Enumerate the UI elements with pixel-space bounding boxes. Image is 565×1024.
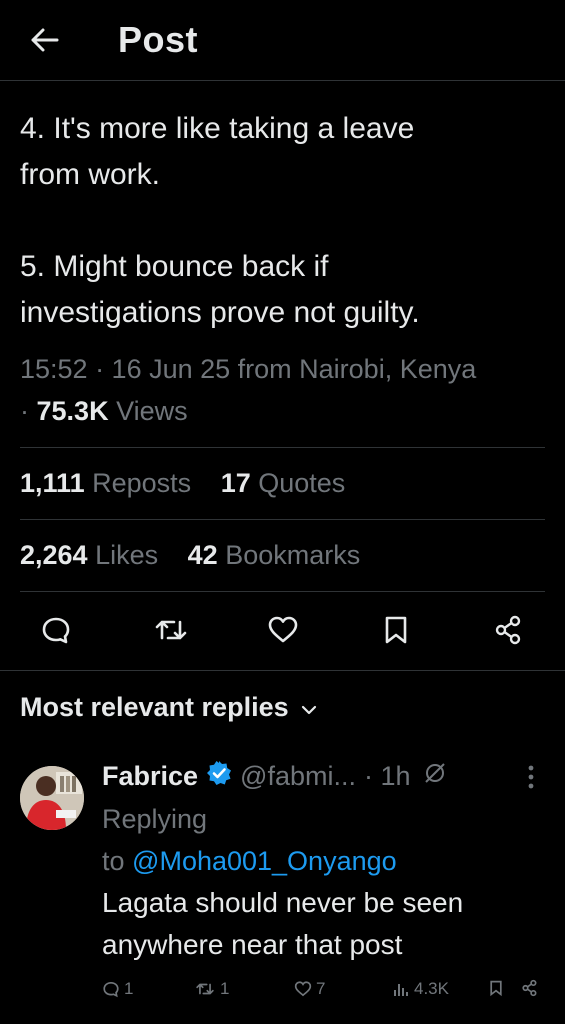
reply-text: Lagata should never be seen anywhere nea… [102,887,464,960]
chevron-down-icon [301,692,317,723]
reply-repost-button[interactable]: 1 [194,979,229,999]
reposts-link[interactable]: 1,111 Reposts [20,468,191,498]
reply-author-handle[interactable]: @fabmi... [240,761,356,792]
replies-heading: Most relevant replies [20,692,289,722]
divider [0,670,565,671]
grok-icon[interactable] [423,761,447,792]
action-bar [0,600,565,660]
like-stats: 2,264 Likes 42 Bookmarks [20,540,360,571]
reply-action-bar: 1 1 7 4.3K [0,975,565,1007]
divider [20,447,545,448]
divider [20,591,545,592]
tweet-line: from work. [20,158,161,191]
share-icon[interactable] [493,614,525,646]
tweet-text: 4. It's more like taking a leave from wo… [20,106,545,336]
bookmarks-link[interactable]: 42 Bookmarks [188,540,361,570]
tweet-line: investigations prove not guilty. [20,296,420,329]
tweet-line: 5. Might bounce back if [20,250,329,283]
reply-icon [103,981,119,998]
tweet-views: · 75.3K Views [20,396,188,426]
like-icon [294,981,312,997]
reply-share-button[interactable] [521,979,539,997]
reply-reply-button[interactable]: 1 [102,979,133,999]
back-arrow-icon[interactable] [30,25,60,55]
reply-icon[interactable] [40,614,72,646]
tweet-meta: 15:52 · 16 Jun 25 from Nairobi, Kenya · … [20,348,550,432]
views-label: Views [116,396,188,426]
reply-item[interactable]: Fabrice @fabmi... · 1h Replying to @Moha… [102,754,552,966]
views-count: 75.3K [36,396,109,426]
replying-label: Replying [102,804,208,834]
repost-icon[interactable] [154,614,187,646]
replying-to: to @Moha001_Onyango [102,846,397,876]
avatar[interactable] [20,766,84,830]
top-bar: Post [0,0,565,81]
bookmark-icon[interactable] [381,614,413,646]
views-icon [394,984,408,996]
repost-icon [196,983,214,995]
likes-link[interactable]: 2,264 Likes [20,540,158,570]
verified-badge-icon [206,760,232,793]
reply-bookmark-button[interactable] [488,979,504,997]
more-options-icon[interactable] [526,764,536,795]
quotes-link[interactable]: 17 Quotes [221,468,346,498]
page-title: Post [118,19,199,60]
divider [20,519,545,520]
tweet-timestamp[interactable]: 15:52 · 16 Jun 25 from Nairobi, Kenya [20,348,550,390]
reply-like-button[interactable]: 7 [294,979,325,999]
mention-link[interactable]: @Moha001_Onyango [132,846,397,876]
repost-stats: 1,111 Reposts 17 Quotes [20,468,345,499]
tweet-line: 4. It's more like taking a leave [20,112,415,145]
reply-time[interactable]: · 1h [364,761,411,792]
like-icon[interactable] [267,614,299,646]
replies-sort-dropdown[interactable]: Most relevant replies [20,692,317,723]
share-icon [522,979,537,997]
bookmark-icon [490,980,502,997]
reply-views-button[interactable]: 4.3K [392,979,449,999]
reply-author-name[interactable]: Fabrice [102,761,198,792]
